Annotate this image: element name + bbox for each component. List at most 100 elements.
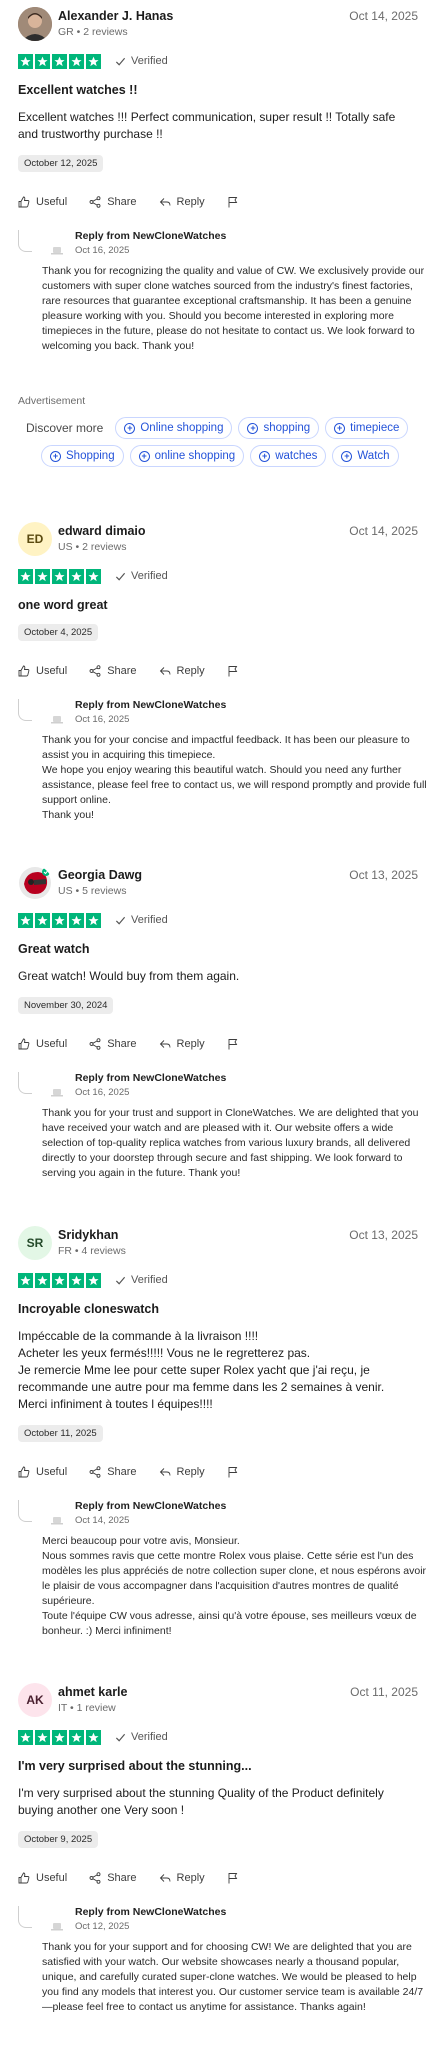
reply-from-label: Reply from NewCloneWatches — [75, 230, 227, 242]
verified-badge[interactable]: Verified — [115, 570, 168, 582]
reply-body: Merci beaucoup pour votre avis, Monsieur… — [42, 1535, 427, 1637]
share-label: Share — [107, 1466, 137, 1478]
useful-button[interactable]: Useful — [18, 1038, 67, 1050]
plus-circle-icon: + — [50, 450, 61, 462]
report-flag-button[interactable] — [227, 196, 245, 208]
review-body: Impéccable de la commande à la livraison… — [18, 1329, 385, 1411]
avatar[interactable]: SR — [18, 1226, 52, 1260]
reviewer-meta: US • 2 reviews — [58, 541, 127, 553]
reply-arrow-icon — [159, 667, 170, 675]
plus-circle-icon: + — [259, 450, 271, 462]
share-button[interactable]: Share — [89, 1872, 137, 1884]
flag-icon — [228, 1873, 237, 1884]
verified-label: Verified — [131, 570, 168, 582]
review-title[interactable]: one word great — [18, 598, 418, 612]
report-flag-button[interactable] — [227, 1872, 245, 1884]
star-icon — [69, 1272, 84, 1288]
reply-date: Oct 12, 2025 — [75, 1921, 130, 1932]
star-icon — [86, 1272, 101, 1288]
ad-label: Advertisement — [18, 395, 86, 407]
star-icon — [18, 1272, 33, 1288]
ad-chip[interactable]: + watches — [250, 445, 327, 467]
ad-chip[interactable]: + Watch — [332, 445, 399, 467]
reviewer-name[interactable]: Georgia Dawg — [58, 868, 142, 882]
ad-chip[interactable]: + online shopping — [129, 445, 245, 467]
verified-badge[interactable]: Verified — [115, 1274, 168, 1286]
avatar-initials: SR — [26, 1236, 44, 1250]
share-button[interactable]: Share — [89, 665, 137, 677]
star-icon — [86, 53, 101, 69]
star-icon — [35, 1272, 50, 1288]
verified-badge[interactable]: Verified — [115, 914, 168, 926]
review-title[interactable]: I'm very surprised about the stunning... — [18, 1759, 418, 1773]
reviewer-name[interactable]: Alexander J. Hanas — [58, 9, 173, 23]
plus-circle-icon: + — [124, 422, 136, 434]
reply-button[interactable]: Reply — [159, 1466, 205, 1478]
star-icon — [86, 912, 101, 928]
star-icon — [35, 53, 50, 69]
avatar-initials: AK — [26, 1693, 44, 1707]
star-icon — [35, 568, 50, 584]
report-flag-button[interactable] — [227, 1038, 245, 1050]
rating-row: Verified — [18, 568, 418, 584]
reviewer-name[interactable]: Sridykhan — [58, 1228, 118, 1242]
reply-connector — [18, 699, 32, 721]
verified-badge[interactable]: Verified — [115, 55, 168, 67]
ad-chip[interactable]: + Shopping — [41, 445, 124, 467]
reply-label: Reply — [176, 1466, 205, 1478]
advertisement-block: Advertisement Discover more + Online shop… — [18, 395, 428, 467]
chip-label: shopping — [263, 422, 311, 434]
reply-from-label: Reply from NewCloneWatches — [75, 1500, 227, 1512]
share-button[interactable]: Share — [89, 1038, 137, 1050]
reviewer-meta: IT • 1 review — [58, 1702, 116, 1714]
reply-button[interactable]: Reply — [159, 665, 205, 677]
star-icon — [69, 912, 84, 928]
avatar[interactable] — [18, 866, 52, 900]
review-card: Alexander J. Hanas GR • 2 reviews Oct 14… — [18, 7, 424, 354]
ad-chip[interactable]: + Online shopping — [115, 417, 233, 439]
reply-connector — [18, 230, 32, 252]
share-button[interactable]: Share — [89, 196, 137, 208]
share-icon — [89, 196, 101, 208]
useful-button[interactable]: Useful — [18, 196, 67, 208]
review-title[interactable]: Excellent watches !! — [18, 83, 418, 97]
avatar[interactable]: ED — [18, 522, 52, 556]
rating-row: Verified — [18, 53, 418, 69]
reply-arrow-icon — [159, 198, 170, 206]
reviewer-name[interactable]: ahmet karle — [58, 1685, 127, 1699]
star-icon — [18, 568, 33, 584]
company-reply: Reply from NewCloneWatches Oct 16, 2025 … — [18, 1072, 418, 1181]
review-title[interactable]: Incroyable cloneswatch — [18, 1302, 418, 1316]
review-card: ED edward dimaio US • 2 reviews Oct 14, … — [18, 522, 427, 823]
reply-button[interactable]: Reply — [159, 196, 205, 208]
flag-icon — [228, 1467, 237, 1478]
useful-button[interactable]: Useful — [18, 1466, 67, 1478]
share-icon — [89, 1466, 101, 1478]
share-button[interactable]: Share — [89, 1466, 137, 1478]
report-flag-button[interactable] — [227, 1466, 245, 1478]
discover-more-label: Discover more — [26, 421, 104, 435]
review-title[interactable]: Great watch — [18, 942, 418, 956]
useful-button[interactable]: Useful — [18, 665, 67, 677]
checkmark-icon — [115, 57, 126, 66]
star-icon — [52, 1729, 67, 1745]
star-icon — [86, 1729, 101, 1745]
plus-circle-icon: + — [138, 450, 150, 462]
avatar[interactable] — [18, 7, 52, 41]
company-logo-icon — [46, 238, 68, 260]
experience-date: October 12, 2025 — [18, 155, 104, 172]
ad-chip[interactable]: + timepiece — [325, 417, 409, 439]
share-icon — [89, 1038, 101, 1050]
ad-chip[interactable]: + shopping — [238, 417, 320, 439]
verified-label: Verified — [131, 55, 168, 67]
useful-button[interactable]: Useful — [18, 1872, 67, 1884]
reviewer-name[interactable]: edward dimaio — [58, 524, 146, 538]
reply-date: Oct 14, 2025 — [75, 1515, 130, 1526]
reply-button[interactable]: Reply — [159, 1038, 205, 1050]
review-actions: Useful Share Reply — [18, 194, 418, 210]
reply-connector — [18, 1072, 32, 1094]
verified-badge[interactable]: Verified — [115, 1731, 168, 1743]
avatar[interactable]: AK — [18, 1683, 52, 1717]
reply-button[interactable]: Reply — [159, 1872, 205, 1884]
report-flag-button[interactable] — [227, 665, 245, 677]
